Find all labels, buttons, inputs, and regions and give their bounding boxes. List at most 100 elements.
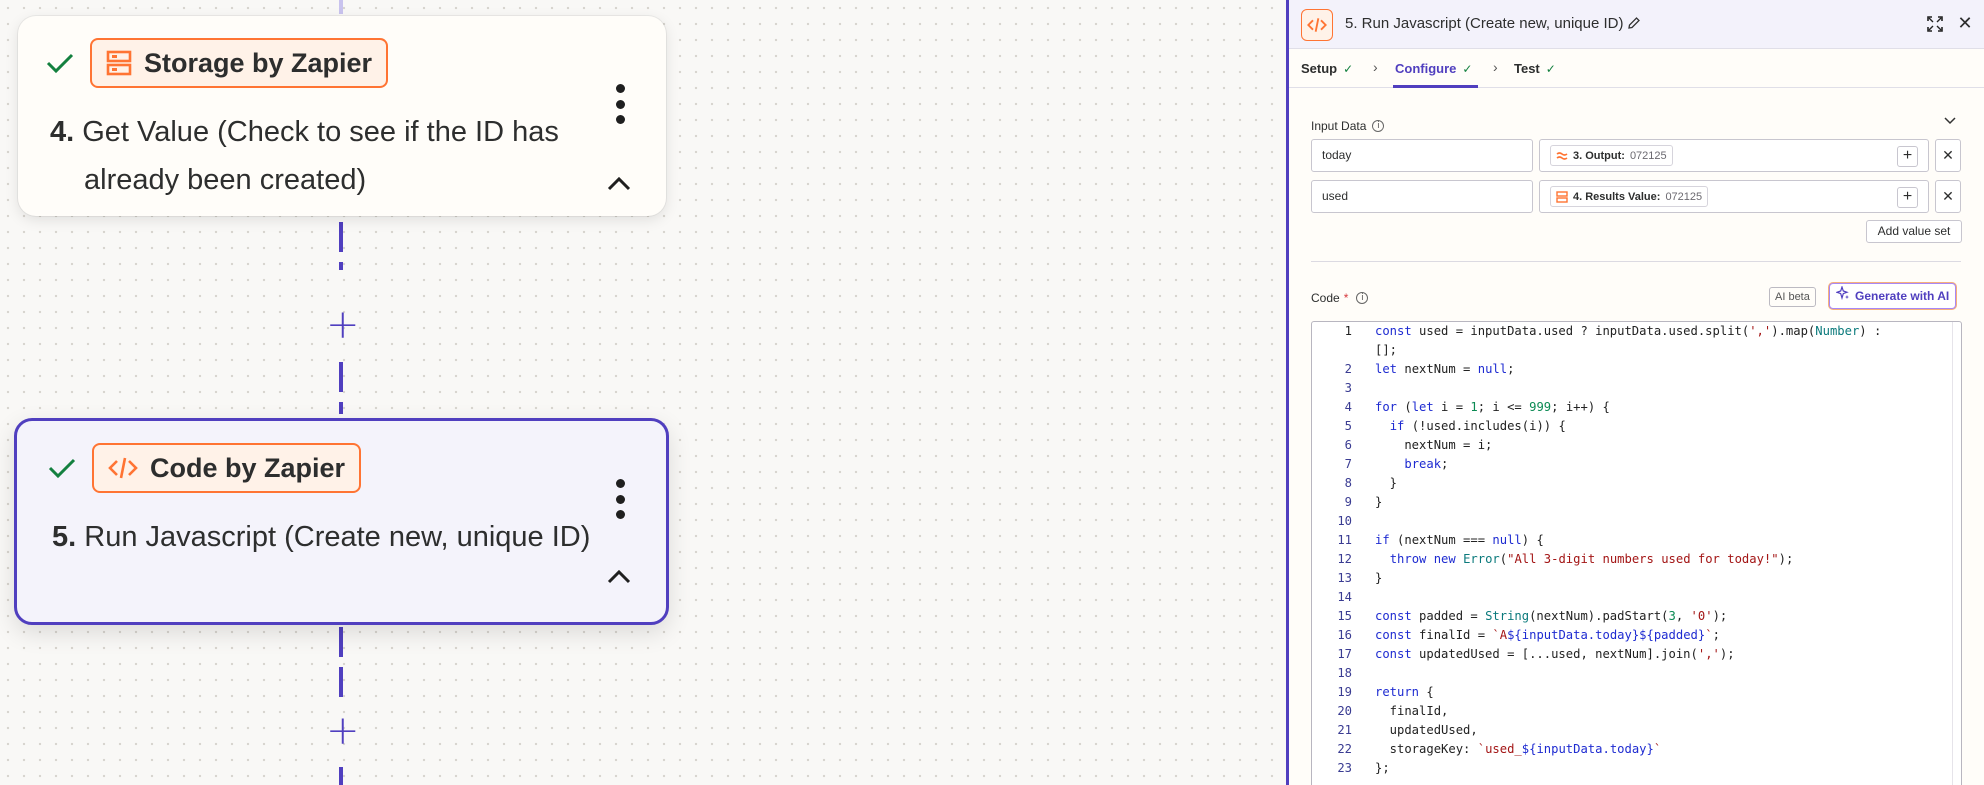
info-icon[interactable]: i: [1356, 292, 1369, 304]
input-key-field[interactable]: used: [1311, 180, 1533, 213]
add-step-button[interactable]: +: [326, 711, 360, 751]
chevron-down-icon[interactable]: [1944, 112, 1956, 125]
tab-label: Configure: [1395, 61, 1457, 76]
insert-data-button[interactable]: +: [1897, 146, 1918, 167]
chevron-up-icon[interactable]: [606, 569, 632, 585]
code-line[interactable]: 4 for (let i = 1; i <= 999; i++) {: [1312, 398, 1952, 417]
data-token[interactable]: 3. Output: 072125: [1550, 145, 1673, 166]
step-title[interactable]: 5. Run Javascript (Create new, unique ID…: [52, 513, 612, 561]
step-editor-panel: 5. Run Javascript (Create new, unique ID…: [1286, 0, 1984, 785]
code-line[interactable]: 19 return {: [1312, 683, 1952, 702]
more-options-icon[interactable]: [612, 84, 628, 124]
code-line[interactable]: 5 if (!used.includes(i)) {: [1312, 417, 1952, 436]
code-line[interactable]: 20 finalId,: [1312, 702, 1952, 721]
storage-icon: [1556, 190, 1568, 203]
code-text: return {: [1375, 685, 1434, 699]
data-token[interactable]: 4. Results Value: 072125: [1550, 186, 1709, 207]
line-number: 5: [1344, 419, 1352, 433]
code-line[interactable]: 12 throw new Error("All 3-digit numbers …: [1312, 550, 1952, 569]
step-number: 5.: [52, 521, 77, 553]
chevron-right-icon: ›: [1373, 59, 1378, 75]
info-icon[interactable]: i: [1372, 120, 1385, 132]
tab-configure[interactable]: Configure ✓: [1395, 61, 1472, 76]
code-text: if (nextNum === null) {: [1375, 533, 1544, 547]
app-name: Storage by Zapier: [144, 47, 373, 78]
code-text: [];: [1375, 343, 1398, 357]
connector-line: [339, 362, 343, 414]
check-icon: [48, 453, 78, 483]
code-text: updatedUsed,: [1375, 723, 1478, 737]
code-line[interactable]: 3: [1312, 379, 1952, 398]
expand-icon[interactable]: [1926, 15, 1944, 33]
generate-with-ai-button[interactable]: Generate with AI: [1829, 283, 1957, 309]
add-value-set-button[interactable]: Add value set: [1866, 220, 1962, 243]
code-line[interactable]: 13}: [1312, 569, 1952, 588]
code-line[interactable]: 21 updatedUsed,: [1312, 721, 1952, 740]
code-line[interactable]: 14: [1312, 588, 1952, 607]
remove-row-button[interactable]: ✕: [1935, 139, 1961, 172]
line-number: 2: [1344, 362, 1352, 376]
step-number: 4.: [50, 116, 75, 148]
code-text: const updatedUsed = [...used, nextNum].j…: [1375, 647, 1735, 661]
app-badge[interactable]: Code by Zapier: [92, 443, 362, 493]
line-number: 17: [1337, 647, 1352, 661]
code-line[interactable]: 17 const updatedUsed = [...used, nextNum]…: [1312, 645, 1952, 664]
step-title-text: Get Value (Check to see if the ID has al…: [82, 116, 559, 196]
step-header: Code by Zapier: [48, 443, 362, 493]
code-line[interactable]: 7 break;: [1312, 455, 1952, 474]
tab-test[interactable]: Test ✓: [1514, 61, 1556, 76]
step-header: Storage by Zapier: [46, 38, 389, 88]
close-icon[interactable]: ✕: [1956, 14, 1974, 32]
code-line[interactable]: 10: [1312, 512, 1952, 531]
code-editor[interactable]: 1 const used = inputData.used ? inputData…: [1311, 321, 1962, 785]
line-number: 15: [1337, 609, 1352, 623]
input-value-field[interactable]: 4. Results Value: 072125 +: [1539, 180, 1929, 213]
chevron-up-icon[interactable]: [606, 176, 632, 192]
line-number: 16: [1337, 628, 1352, 642]
code-text: storageKey: `used_${inputData.today}`: [1375, 742, 1662, 756]
token-label: 3. Output:: [1573, 149, 1625, 162]
insert-data-button[interactable]: +: [1897, 187, 1918, 208]
input-key-field[interactable]: today: [1311, 139, 1533, 172]
section-divider: [1311, 261, 1961, 262]
line-number: 18: [1337, 666, 1352, 680]
code-line[interactable]: 23};: [1312, 759, 1952, 778]
input-value-field[interactable]: 3. Output: 072125 +: [1539, 139, 1929, 172]
app-badge[interactable]: Storage by Zapier: [90, 38, 389, 88]
token-value: 072125: [1629, 149, 1667, 162]
chevron-right-icon: ›: [1493, 59, 1498, 75]
step-title[interactable]: 4. Get Value (Check to see if the ID has…: [50, 108, 610, 204]
line-number: 14: [1337, 590, 1352, 604]
code-line[interactable]: [];: [1312, 341, 1952, 360]
sparkle-icon: [1835, 284, 1850, 308]
connector-line: [339, 767, 343, 785]
line-number: 4: [1344, 400, 1352, 414]
pencil-icon[interactable]: [1627, 16, 1641, 30]
code-text: const padded = String(nextNum).padStart(…: [1375, 609, 1728, 623]
generate-with-ai-label: Generate with AI: [1855, 288, 1950, 303]
tab-setup[interactable]: Setup ✓: [1301, 61, 1353, 76]
add-step-button[interactable]: +: [326, 305, 360, 345]
code-line[interactable]: 22 storageKey: `used_${inputData.today}`: [1312, 740, 1952, 759]
code-line[interactable]: 1 const used = inputData.used ? inputData…: [1312, 322, 1952, 341]
more-options-icon[interactable]: [612, 479, 628, 519]
scrollbar[interactable]: [1952, 322, 1961, 785]
input-data-label-text: Input Data: [1311, 119, 1367, 133]
code-text: const used = inputData.used ? inputData.…: [1375, 324, 1882, 338]
step-card-code[interactable]: Code by Zapier 5. Run Javascript (Create…: [14, 418, 669, 625]
code-line[interactable]: 11 if (nextNum === null) {: [1312, 531, 1952, 550]
code-line[interactable]: 9}: [1312, 493, 1952, 512]
code-line[interactable]: 2 let nextNum = null;: [1312, 360, 1952, 379]
code-line[interactable]: 18: [1312, 664, 1952, 683]
code-line[interactable]: 16 const finalId = `A${inputData.today}${…: [1312, 626, 1952, 645]
remove-row-button[interactable]: ✕: [1935, 180, 1961, 213]
line-number: 3: [1344, 381, 1352, 395]
step-card-storage[interactable]: Storage by Zapier 4. Get Value (Check to…: [18, 16, 666, 216]
code-text: }: [1375, 495, 1383, 509]
code-icon: [1301, 9, 1333, 41]
connector-line: [339, 222, 343, 270]
code-line[interactable]: 6 nextNum = i;: [1312, 436, 1952, 455]
required-marker: *: [1343, 291, 1349, 305]
code-line[interactable]: 8 }: [1312, 474, 1952, 493]
code-line[interactable]: 15 const padded = String(nextNum).padStar…: [1312, 607, 1952, 626]
